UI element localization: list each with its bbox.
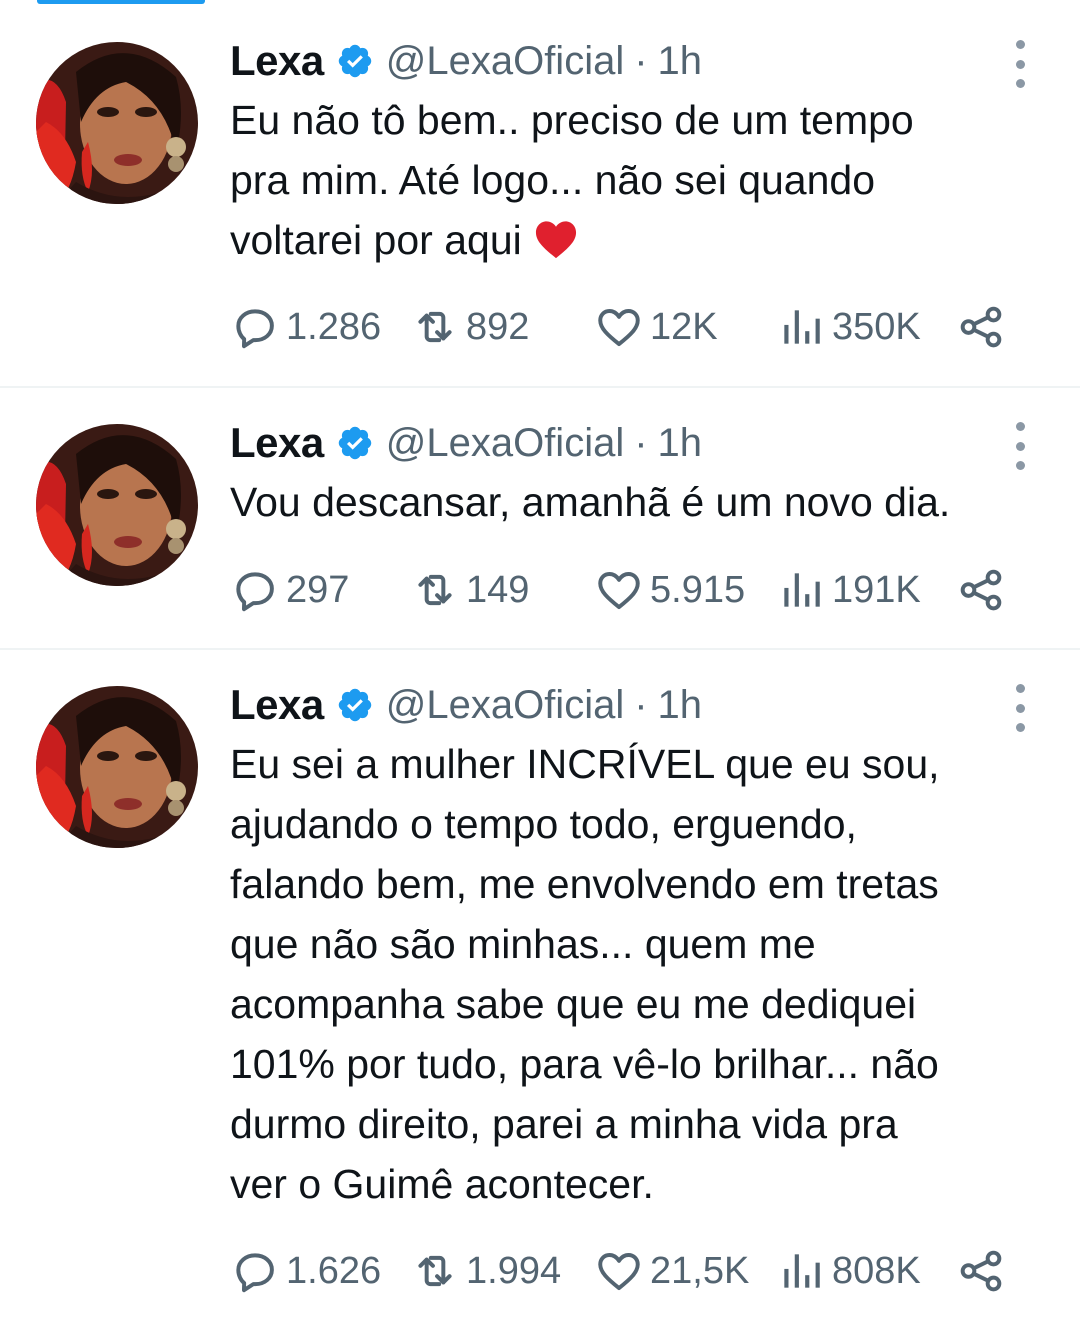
like-button[interactable]: 5.915: [594, 565, 745, 615]
retweet-count: 892: [466, 305, 530, 348]
retweet-count: 1.994: [466, 1249, 562, 1292]
like-icon: [594, 565, 644, 615]
retweet-icon: [410, 565, 460, 615]
avatar[interactable]: [36, 42, 198, 204]
avatar-image: [36, 42, 198, 204]
like-button[interactable]: 21,5K: [594, 1246, 749, 1296]
views-button[interactable]: 808K: [776, 1246, 921, 1296]
retweet-button[interactable]: 149: [410, 565, 529, 615]
timestamp[interactable]: 1h: [658, 683, 703, 728]
retweet-count: 149: [466, 568, 530, 611]
share-icon: [956, 1246, 1006, 1296]
share-button[interactable]: [956, 1246, 1012, 1296]
like-icon: [594, 1246, 644, 1296]
more-icon[interactable]: [1006, 422, 1034, 470]
tweet-text: Eu não tô bem.. preciso de um tempo pra …: [230, 90, 1050, 270]
like-count: 21,5K: [650, 1249, 750, 1292]
reply-icon: [230, 565, 280, 615]
views-count: 350K: [832, 305, 921, 348]
separator: ·: [634, 420, 648, 465]
divider: [0, 386, 1080, 388]
like-icon: [594, 302, 644, 352]
share-button[interactable]: [956, 302, 1012, 352]
verified-badge-icon: [336, 424, 374, 462]
separator: ·: [634, 682, 648, 727]
separator: ·: [634, 38, 648, 83]
like-count: 5.915: [650, 568, 746, 611]
views-button[interactable]: 191K: [776, 565, 921, 615]
verified-badge-icon: [336, 42, 374, 80]
tweet-actions: 1.626 1.994 21,5K 808K: [230, 1246, 1020, 1298]
retweet-icon: [410, 1246, 460, 1296]
tweet-header: Lexa @LexaOficial · 1h: [230, 680, 702, 730]
reply-button[interactable]: 1.626: [230, 1246, 381, 1296]
like-button[interactable]: 12K: [594, 302, 718, 352]
divider: [0, 648, 1080, 650]
more-icon[interactable]: [1006, 684, 1034, 732]
retweet-icon: [410, 302, 460, 352]
tweet-text: Eu sei a mulher INCRÍVEL que eu sou, aju…: [230, 741, 940, 1207]
share-button[interactable]: [956, 565, 1012, 615]
reply-count: 297: [286, 568, 350, 611]
reply-count: 1.626: [286, 1249, 382, 1292]
avatar-image: [36, 686, 198, 848]
timestamp[interactable]: 1h: [658, 39, 703, 84]
avatar[interactable]: [36, 424, 198, 586]
timestamp[interactable]: 1h: [658, 421, 703, 466]
reply-icon: [230, 1246, 280, 1296]
tweet-text: Vou descansar, amanhã é um novo dia.: [230, 479, 951, 525]
tab-indicator: [37, 0, 205, 4]
reply-count: 1.286: [286, 305, 382, 348]
avatar-image: [36, 424, 198, 586]
author-name[interactable]: Lexa: [230, 419, 324, 467]
tweet-header: Lexa @LexaOficial · 1h: [230, 418, 702, 468]
tweet-actions: 1.286 892 12K 350K: [230, 302, 1020, 354]
tweet-header: Lexa @LexaOficial · 1h: [230, 36, 702, 86]
more-icon[interactable]: [1006, 40, 1034, 88]
like-count: 12K: [650, 305, 718, 348]
heart-emoji: [536, 221, 577, 259]
reply-icon: [230, 302, 280, 352]
share-icon: [956, 302, 1006, 352]
reply-button[interactable]: 297: [230, 565, 349, 615]
verified-badge-icon: [336, 686, 374, 724]
tweet-actions: 297 149 5.915 191K: [230, 565, 1020, 617]
author-name[interactable]: Lexa: [230, 37, 324, 85]
views-count: 191K: [832, 568, 921, 611]
author-name[interactable]: Lexa: [230, 681, 324, 729]
reply-button[interactable]: 1.286: [230, 302, 381, 352]
retweet-button[interactable]: 1.994: [410, 1246, 561, 1296]
views-count: 808K: [832, 1249, 921, 1292]
author-handle[interactable]: @LexaOficial: [386, 39, 624, 84]
retweet-button[interactable]: 892: [410, 302, 529, 352]
author-handle[interactable]: @LexaOficial: [386, 683, 624, 728]
views-icon: [776, 1246, 826, 1296]
author-handle[interactable]: @LexaOficial: [386, 421, 624, 466]
views-button[interactable]: 350K: [776, 302, 921, 352]
views-icon: [776, 302, 826, 352]
avatar[interactable]: [36, 686, 198, 848]
views-icon: [776, 565, 826, 615]
share-icon: [956, 565, 1006, 615]
